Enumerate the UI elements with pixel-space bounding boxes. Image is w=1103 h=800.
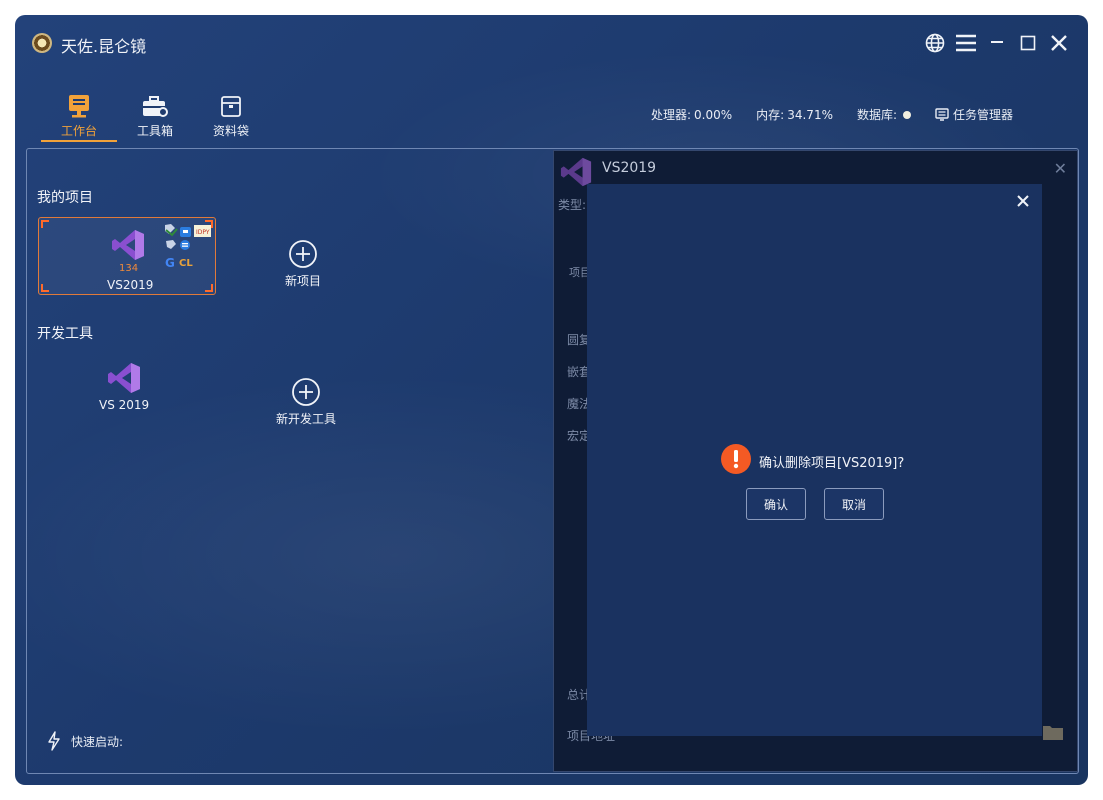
task-manager-icon bbox=[935, 108, 949, 121]
my-projects-title: 我的项目 bbox=[37, 190, 93, 206]
bird-icon bbox=[166, 240, 176, 249]
database-label: 数据库: bbox=[856, 108, 898, 122]
project-card-vs2019[interactable]: 134 VS2019 IDPY G CL bbox=[38, 217, 216, 295]
task-manager-button[interactable]: 任务管理器 bbox=[935, 106, 1013, 123]
close-icon[interactable] bbox=[1048, 32, 1070, 54]
tab-workbench-label: 工作台 bbox=[60, 124, 97, 138]
memory-label: 内存: bbox=[756, 108, 785, 122]
card-corner bbox=[205, 284, 213, 292]
project-name: VS2019 bbox=[107, 278, 154, 292]
task-manager-label: 任务管理器 bbox=[953, 108, 1014, 122]
warning-icon bbox=[721, 444, 751, 474]
title-bar: 天佐.昆仑镜 bbox=[15, 15, 1088, 73]
memory-stat: 内存: 34.71% bbox=[756, 106, 833, 123]
workbench-icon bbox=[68, 88, 90, 118]
system-stats: 处理器: 0.00% 内存: 34.71% 数据库: 任务管理器 bbox=[651, 106, 1013, 123]
globe-icon[interactable] bbox=[924, 32, 946, 54]
toolbox-icon bbox=[142, 88, 168, 118]
dialog-message: 确认删除项目[VS2019]? bbox=[759, 456, 905, 471]
new-devtool-button[interactable]: 新开发工具 bbox=[276, 377, 336, 427]
folder-bag-icon bbox=[220, 88, 242, 118]
quick-launch-label: 快速启动: bbox=[71, 734, 124, 749]
cpu-value: 0.00% bbox=[694, 107, 733, 122]
new-project-button[interactable]: 新项目 bbox=[285, 239, 321, 289]
confirm-button[interactable]: 确认 bbox=[746, 488, 806, 520]
tab-toolbox[interactable]: 工具箱 bbox=[117, 88, 193, 144]
cl-icon: CL bbox=[179, 258, 193, 269]
main-toolbar: 工作台 工具箱 资料袋 bbox=[41, 88, 269, 144]
detail-type-label: 类型: bbox=[558, 198, 587, 212]
menu-icon[interactable] bbox=[955, 32, 977, 54]
database-stat: 数据库: bbox=[856, 106, 912, 123]
project-tool-icons: IDPY G CL bbox=[163, 222, 213, 270]
card-corner bbox=[41, 220, 49, 228]
app-title: 天佐.昆仑镜 bbox=[61, 37, 147, 56]
tool-badge-icon bbox=[165, 224, 178, 237]
devtool-name: VS 2019 bbox=[99, 398, 150, 412]
database-status-dot bbox=[903, 110, 912, 119]
project-count-badge: 134 bbox=[119, 263, 139, 274]
add-circle-icon bbox=[292, 378, 320, 406]
visual-studio-icon bbox=[108, 363, 141, 393]
devtool-card-vs2019[interactable]: VS 2019 bbox=[99, 361, 149, 412]
cancel-button[interactable]: 取消 bbox=[824, 488, 884, 520]
folder-icon[interactable] bbox=[1042, 723, 1064, 741]
lightning-icon bbox=[48, 731, 60, 751]
app-window: 天佐.昆仑镜 工作台 工具箱 资料袋 处理器: 0.00% 内存: 34.71%… bbox=[15, 15, 1088, 785]
dev-tools-title: 开发工具 bbox=[37, 326, 93, 342]
maximize-icon[interactable] bbox=[1017, 32, 1039, 54]
svg-text:IDPY: IDPY bbox=[196, 229, 210, 236]
google-icon: G bbox=[165, 256, 175, 270]
visual-studio-icon bbox=[112, 230, 144, 260]
new-project-label: 新项目 bbox=[285, 274, 322, 288]
card-corner bbox=[41, 284, 49, 292]
dialog-close-icon[interactable] bbox=[1016, 193, 1030, 212]
new-devtool-label: 新开发工具 bbox=[276, 412, 337, 426]
cpu-stat: 处理器: 0.00% bbox=[651, 106, 732, 123]
script-icon: IDPY bbox=[194, 225, 211, 237]
app-logo-icon bbox=[32, 33, 52, 53]
cpu-label: 处理器: bbox=[651, 108, 692, 122]
confirm-delete-dialog: 确认删除项目[VS2019]? 确认 取消 bbox=[587, 184, 1042, 736]
add-circle-icon bbox=[289, 240, 317, 268]
detail-close-icon[interactable]: ✕ bbox=[1054, 159, 1067, 178]
memory-value: 34.71% bbox=[787, 107, 833, 122]
shield-icon bbox=[180, 227, 191, 237]
minimize-icon[interactable] bbox=[986, 32, 1008, 54]
database-icon bbox=[180, 240, 190, 250]
quick-launch[interactable]: 快速启动: bbox=[47, 731, 123, 751]
tab-folder-bag[interactable]: 资料袋 bbox=[193, 88, 269, 144]
tab-workbench[interactable]: 工作台 bbox=[41, 88, 117, 142]
detail-title: VS2019 bbox=[602, 160, 657, 176]
tab-toolbox-label: 工具箱 bbox=[136, 124, 173, 138]
tab-folder-bag-label: 资料袋 bbox=[212, 124, 249, 138]
window-controls bbox=[924, 32, 1070, 54]
